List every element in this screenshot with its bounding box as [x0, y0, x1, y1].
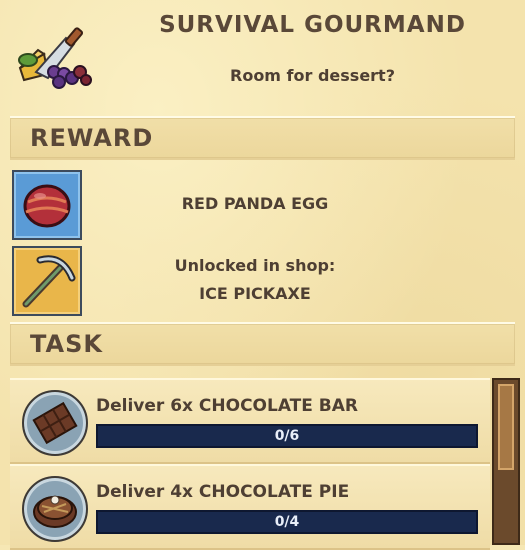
task-heading: TASK — [30, 330, 103, 358]
red-panda-egg-icon[interactable] — [12, 170, 82, 240]
quest-title: SURVIVAL GOURMAND — [159, 12, 466, 38]
task-progress-bar: 0/6 — [96, 424, 478, 448]
task-label: Deliver 4x CHOCOLATE PIE — [96, 482, 350, 502]
task-row: Deliver 4x CHOCOLATE PIE 0/4 — [10, 464, 490, 550]
reward-section-header: REWARD — [10, 116, 515, 160]
ice-pickaxe-icon[interactable] — [12, 246, 82, 316]
reward-item-label: RED PANDA EGG — [181, 194, 329, 213]
reward-item-label-line2: ICE PICKAXE — [199, 284, 311, 303]
task-progress-bar: 0/4 — [96, 510, 478, 534]
chocolate-bar-icon — [22, 390, 88, 456]
task-row: Deliver 6x CHOCOLATE BAR 0/6 — [10, 378, 490, 464]
reward-heading: REWARD — [30, 124, 154, 152]
quest-header: SURVIVAL GOURMAND Room for dessert? — [0, 0, 525, 108]
chocolate-pie-icon — [22, 476, 88, 542]
task-label: Deliver 6x CHOCOLATE BAR — [96, 396, 359, 416]
reward-item-label-line1: Unlocked in shop: — [174, 256, 336, 275]
task-progress-text: 0/4 — [274, 514, 300, 530]
task-section-header: TASK — [10, 322, 515, 366]
scrollbar-thumb[interactable] — [498, 384, 514, 470]
scrollbar-track[interactable] — [492, 378, 520, 545]
quest-subtitle: Room for dessert? — [230, 66, 395, 85]
knife-and-grapes-icon — [14, 24, 94, 90]
task-progress-text: 0/6 — [274, 428, 300, 444]
